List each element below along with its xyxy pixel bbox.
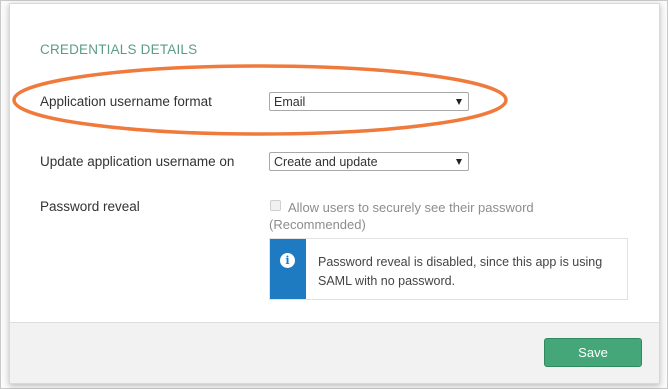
save-button[interactable]: Save [544,338,642,367]
info-callout-bar: i [270,239,306,299]
info-icon: i [280,253,295,268]
username-format-select[interactable]: Email [269,92,469,111]
credentials-panel: CREDENTIALS DETAILS Application username… [9,3,660,384]
password-reveal-label: Password reveal [40,199,140,214]
section-title: CREDENTIALS DETAILS [40,42,198,57]
update-on-label: Update application username on [40,154,235,169]
chevron-down-icon [456,159,462,165]
username-format-value: Email [274,95,306,109]
panel-footer: Save [10,322,659,383]
screenshot-frame: CREDENTIALS DETAILS Application username… [0,0,668,389]
password-reveal-checkbox-label: Allow users to securely see their passwo… [269,200,534,232]
username-format-label: Application username format [40,94,212,109]
password-reveal-checkbox[interactable] [270,200,281,211]
info-callout: i Password reveal is disabled, since thi… [269,238,628,300]
update-on-value: Create and update [274,155,378,169]
info-callout-text: Password reveal is disabled, since this … [318,255,603,288]
chevron-down-icon [456,99,462,105]
update-on-select[interactable]: Create and update [269,152,469,171]
